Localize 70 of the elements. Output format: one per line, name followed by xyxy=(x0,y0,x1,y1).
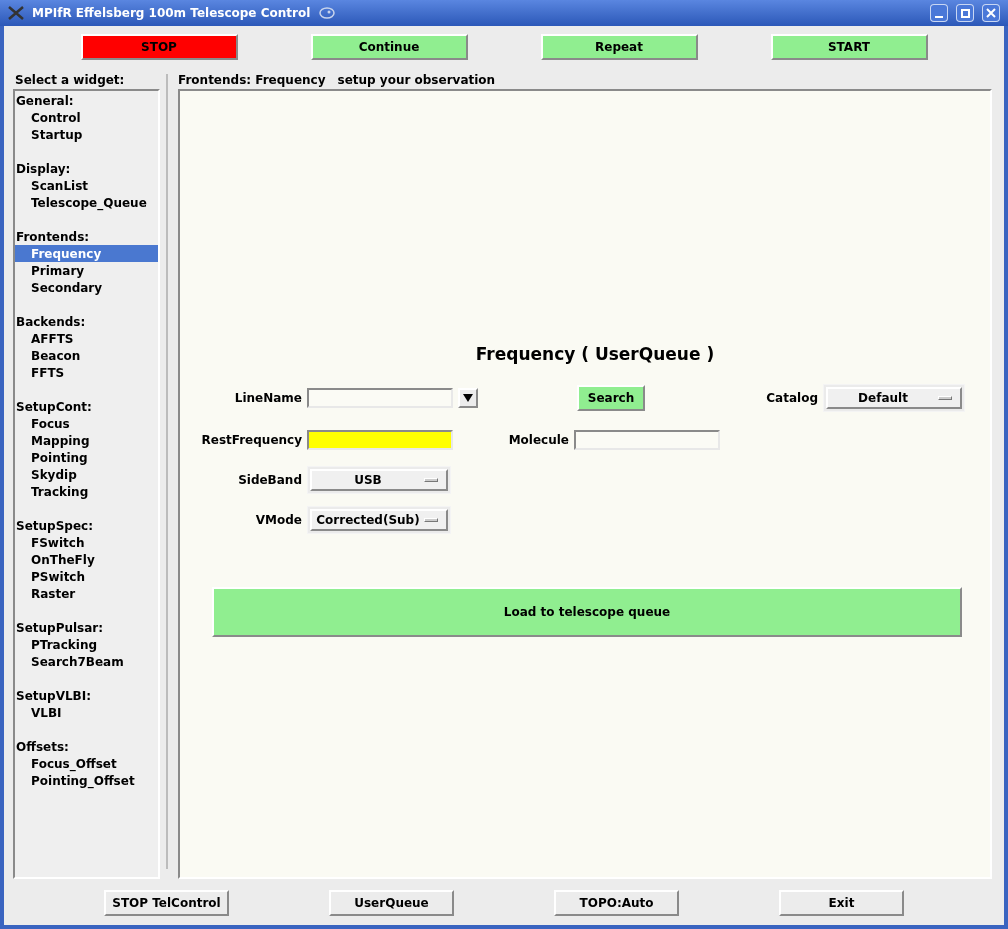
field-label: Molecule xyxy=(507,432,569,449)
widget-list-item[interactable]: Raster xyxy=(15,585,158,602)
rest-frequency-field[interactable] xyxy=(307,430,453,450)
widget-list-item[interactable]: Mapping xyxy=(15,432,158,449)
group-heading: SetupSpec: xyxy=(15,518,94,534)
stop-button[interactable]: STOP xyxy=(80,33,238,60)
molecule-field[interactable] xyxy=(574,430,720,450)
search-button[interactable]: Search xyxy=(577,385,645,411)
triangle-down-icon xyxy=(463,394,473,402)
window-title: MPIfR Effelsberg 100m Telescope Control xyxy=(32,5,311,22)
panel-hint: setup your observation xyxy=(337,72,496,89)
widget-list-item[interactable]: FSwitch xyxy=(15,534,158,551)
group-heading: Offsets: xyxy=(15,739,70,755)
widget-list-item[interactable]: Primary xyxy=(15,262,158,279)
widget-list-item[interactable]: PSwitch xyxy=(15,568,158,585)
footer-button[interactable]: TOPO:Auto xyxy=(554,890,679,916)
widget-list-item[interactable]: Pointing_Offset xyxy=(15,772,158,789)
footer-button[interactable]: Exit xyxy=(779,890,904,916)
widget-list-item[interactable]: AFFTS xyxy=(15,330,158,347)
panel-path: Frontends: Frequency xyxy=(178,72,326,89)
widget-list-item[interactable]: Focus xyxy=(15,415,158,432)
widget-list-item[interactable]: Control xyxy=(15,109,158,126)
widget-list-item[interactable]: Search7Beam xyxy=(15,653,158,670)
footer-button[interactable]: UserQueue xyxy=(329,890,454,916)
x-logo-icon xyxy=(8,6,24,20)
widget-list-item[interactable]: VLBI xyxy=(15,704,158,721)
action-button[interactable]: Continue xyxy=(310,33,468,60)
widget-list-item[interactable]: Pointing xyxy=(15,449,158,466)
widget-list-item[interactable]: Startup xyxy=(15,126,158,143)
widget-list-item[interactable]: Frequency xyxy=(15,245,158,262)
widget-list-item[interactable]: Skydip xyxy=(15,466,158,483)
widget-list-item[interactable]: PTracking xyxy=(15,636,158,653)
load-queue-button[interactable]: Load to telescope queue xyxy=(212,587,962,637)
field-label: VMode xyxy=(254,512,302,529)
widget-list-item[interactable]: Tracking xyxy=(15,483,158,500)
group-heading: SetupVLBI: xyxy=(15,688,92,704)
group-heading: Frontends: xyxy=(15,229,91,245)
group-heading: SetupPulsar: xyxy=(15,620,105,636)
close-icon[interactable] xyxy=(982,4,1000,22)
option-indicator-icon xyxy=(424,518,438,522)
minimize-icon[interactable] xyxy=(930,4,948,22)
dropdown-button[interactable] xyxy=(458,388,478,408)
widget-list-item[interactable]: Telescope_Queue xyxy=(15,194,158,211)
option-indicator-icon xyxy=(938,396,952,400)
footer-button[interactable]: STOP TelControl xyxy=(104,890,229,916)
maximize-icon[interactable] xyxy=(956,4,974,22)
group-heading: General: xyxy=(15,93,75,109)
field-label: LineName xyxy=(233,390,302,407)
group-heading: Display: xyxy=(15,161,72,177)
line-name-field[interactable] xyxy=(307,388,453,408)
field-label: RestFrequency xyxy=(200,432,302,449)
option-indicator-icon xyxy=(424,478,438,482)
field-label: SideBand xyxy=(237,472,302,489)
widget-list-item[interactable]: OnTheFly xyxy=(15,551,158,568)
group-heading: SetupCont: xyxy=(15,399,93,415)
vmode-select[interactable]: Corrected(Sub) xyxy=(307,506,451,534)
sidebar-heading: Select a widget: xyxy=(14,72,126,89)
side-band-select[interactable]: USB xyxy=(307,466,451,494)
action-button[interactable]: Repeat xyxy=(540,33,698,60)
swirl-logo-icon xyxy=(318,6,337,20)
form-title: Frequency ( UserQueue ) xyxy=(474,343,716,366)
group-heading: Backends: xyxy=(15,314,87,330)
widget-list-item[interactable]: Focus_Offset xyxy=(15,755,158,772)
catalog-select[interactable]: Default xyxy=(823,384,965,412)
widget-list-item[interactable]: Beacon xyxy=(15,347,158,364)
action-button[interactable]: START xyxy=(770,33,928,60)
widget-list-item[interactable]: ScanList xyxy=(15,177,158,194)
field-label: Catalog xyxy=(765,390,818,407)
widget-list-item[interactable]: FFTS xyxy=(15,364,158,381)
widget-list-item[interactable]: Secondary xyxy=(15,279,158,296)
